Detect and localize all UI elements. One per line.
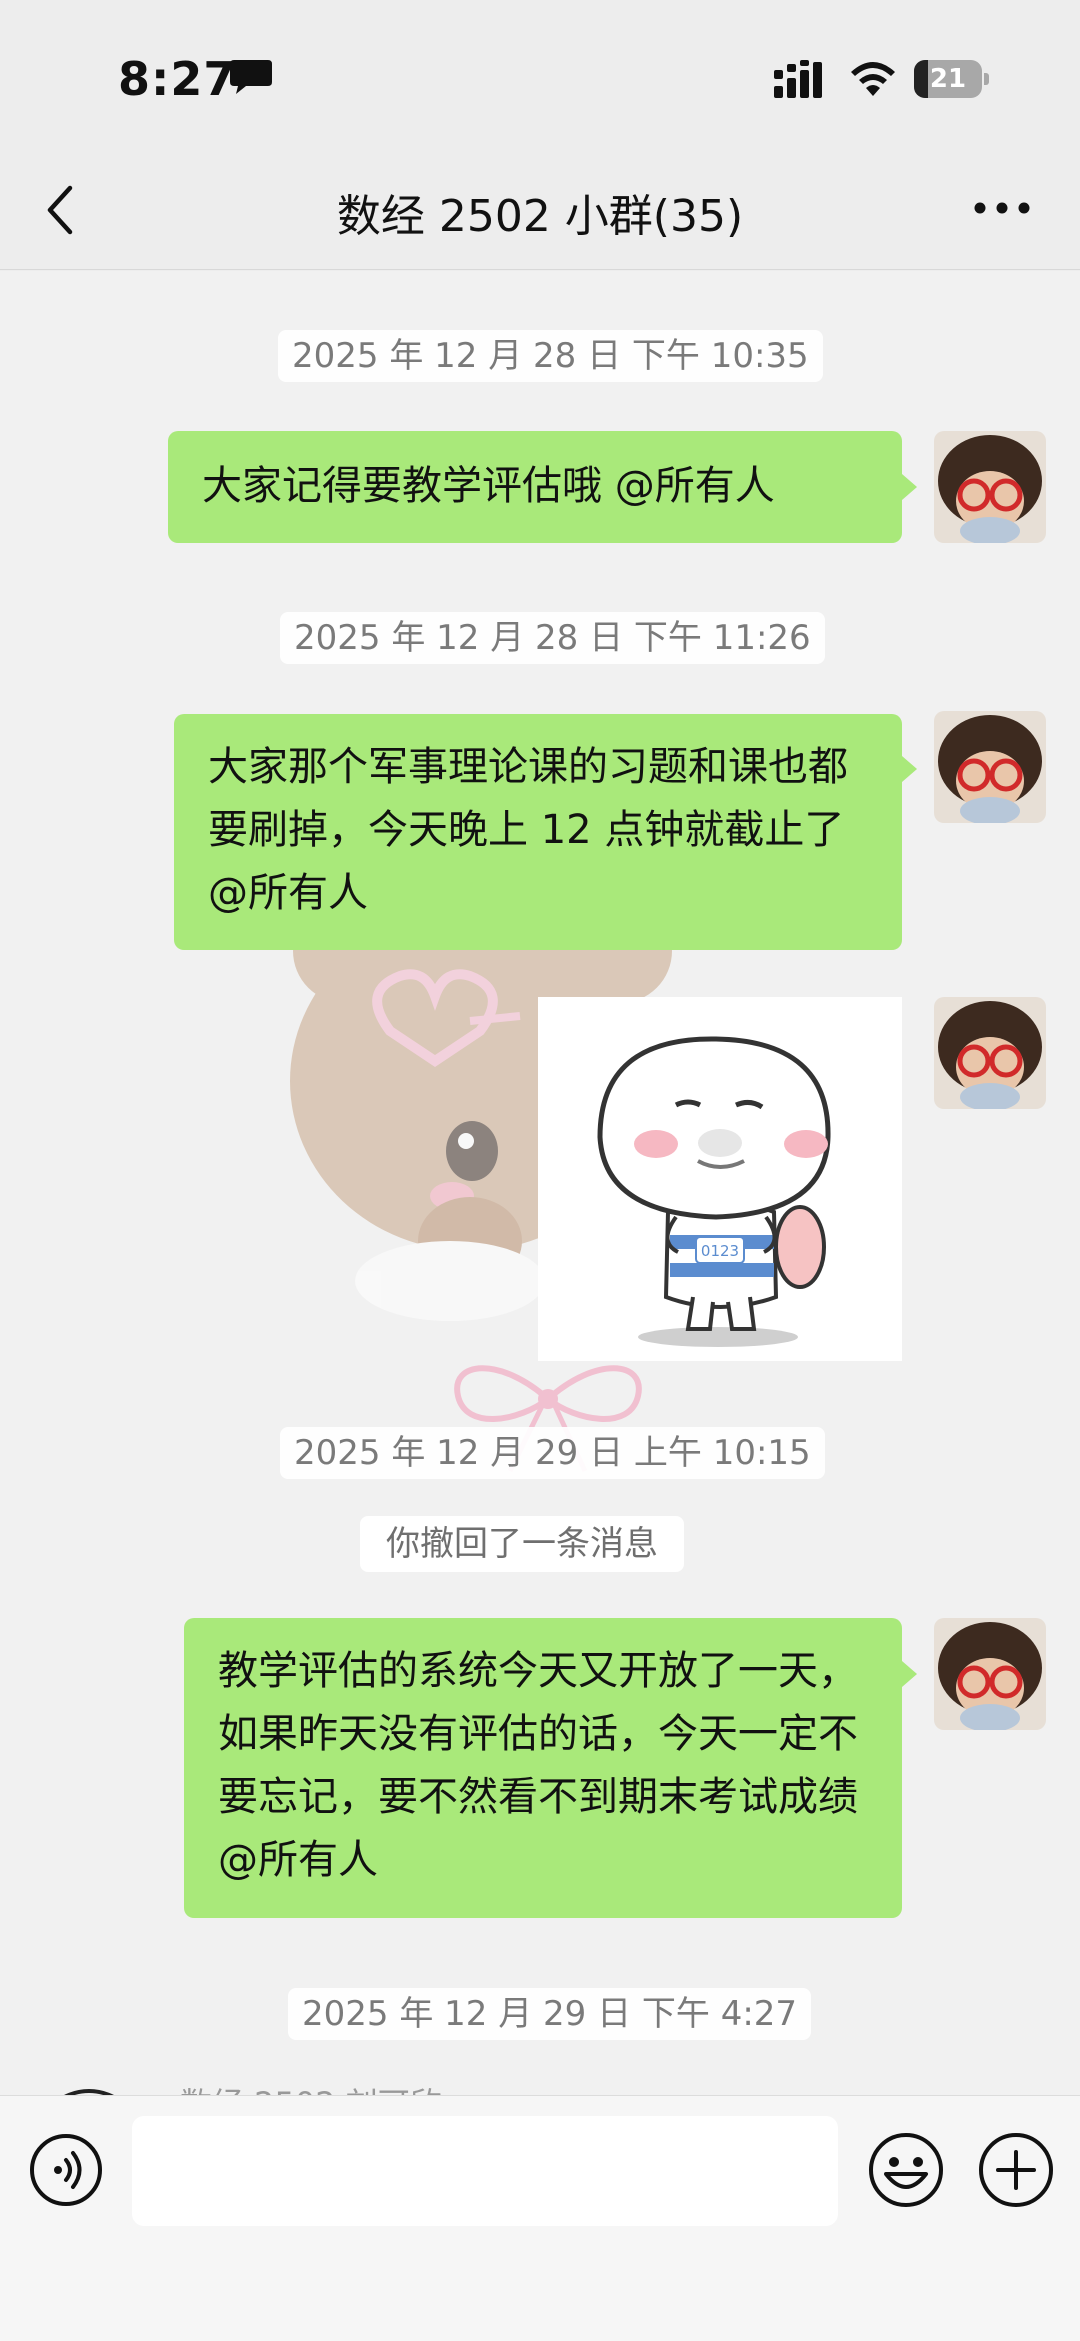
avatar[interactable] bbox=[934, 997, 1046, 1109]
message-bubble-icon bbox=[230, 60, 272, 94]
status-bar: 8:27 21 bbox=[0, 0, 1080, 150]
message-text: 大家记得要教学评估哦 @所有人 bbox=[202, 463, 775, 509]
message-bubble[interactable]: 教学评估的系统今天又开放了一天，如果昨天没有评估的话，今天一定不要忘记，要不然看… bbox=[184, 1618, 902, 1918]
chat-area[interactable]: 2025 年 12 月 28 日 下午 10:35 大家记得要教学评估哦 @所有… bbox=[0, 271, 1080, 2095]
avatar-image bbox=[934, 431, 1046, 543]
message-input[interactable] bbox=[132, 2116, 838, 2226]
message-bubble[interactable]: 大家记得要教学评估哦 @所有人 bbox=[168, 431, 902, 543]
bubble-tail bbox=[902, 1661, 917, 1687]
bubble-tail bbox=[902, 474, 917, 500]
avatar-image bbox=[934, 997, 1046, 1109]
status-time: 8:27 bbox=[118, 52, 237, 106]
sender-name: 数经 2502 刘可欣 bbox=[180, 2079, 442, 2095]
avatar-image bbox=[934, 711, 1046, 823]
timestamp: 2025 年 12 月 28 日 下午 10:35 bbox=[278, 330, 823, 382]
avatar[interactable] bbox=[934, 711, 1046, 823]
message-text: 教学评估的系统今天又开放了一天，如果昨天没有评估的话，今天一定不要忘记，要不然看… bbox=[218, 1648, 858, 1883]
bubble-tail bbox=[902, 756, 917, 782]
chat-header: 数经 2502 小群(35) bbox=[0, 150, 1080, 270]
plus-icon[interactable] bbox=[976, 2130, 1056, 2210]
battery-level: 21 bbox=[929, 64, 967, 94]
avatar[interactable] bbox=[934, 431, 1046, 543]
sticker-image[interactable]: 0123 bbox=[538, 997, 902, 1361]
message-bubble[interactable]: 大家那个军事理论课的习题和课也都要刷掉，今天晚上 12 点钟就截止了 @所有人 bbox=[174, 714, 902, 950]
message-text: 大家那个军事理论课的习题和课也都要刷掉，今天晚上 12 点钟就截止了 @所有人 bbox=[208, 744, 848, 916]
avatar[interactable] bbox=[934, 1618, 1046, 1730]
wifi-icon bbox=[851, 62, 895, 96]
signal-icon bbox=[774, 60, 822, 98]
recall-notice: 你撤回了一条消息 bbox=[360, 1516, 684, 1572]
battery-icon: 21 bbox=[914, 60, 990, 98]
voice-icon[interactable] bbox=[28, 2132, 104, 2208]
sticker-dumpling-boy-icon: 0123 bbox=[538, 997, 902, 1361]
timestamp: 2025 年 12 月 29 日 上午 10:15 bbox=[280, 1427, 825, 1479]
input-bar bbox=[0, 2095, 1080, 2341]
sticker-shirt-text: 0123 bbox=[701, 1242, 739, 1260]
timestamp: 2025 年 12 月 29 日 下午 4:27 bbox=[288, 1988, 812, 2040]
emoji-icon[interactable] bbox=[866, 2130, 946, 2210]
timestamp: 2025 年 12 月 28 日 下午 11:26 bbox=[280, 612, 825, 664]
avatar-image bbox=[934, 1618, 1046, 1730]
group-title[interactable]: 数经 2502 小群(35) bbox=[0, 180, 1080, 244]
more-dots-icon[interactable] bbox=[970, 198, 1034, 218]
